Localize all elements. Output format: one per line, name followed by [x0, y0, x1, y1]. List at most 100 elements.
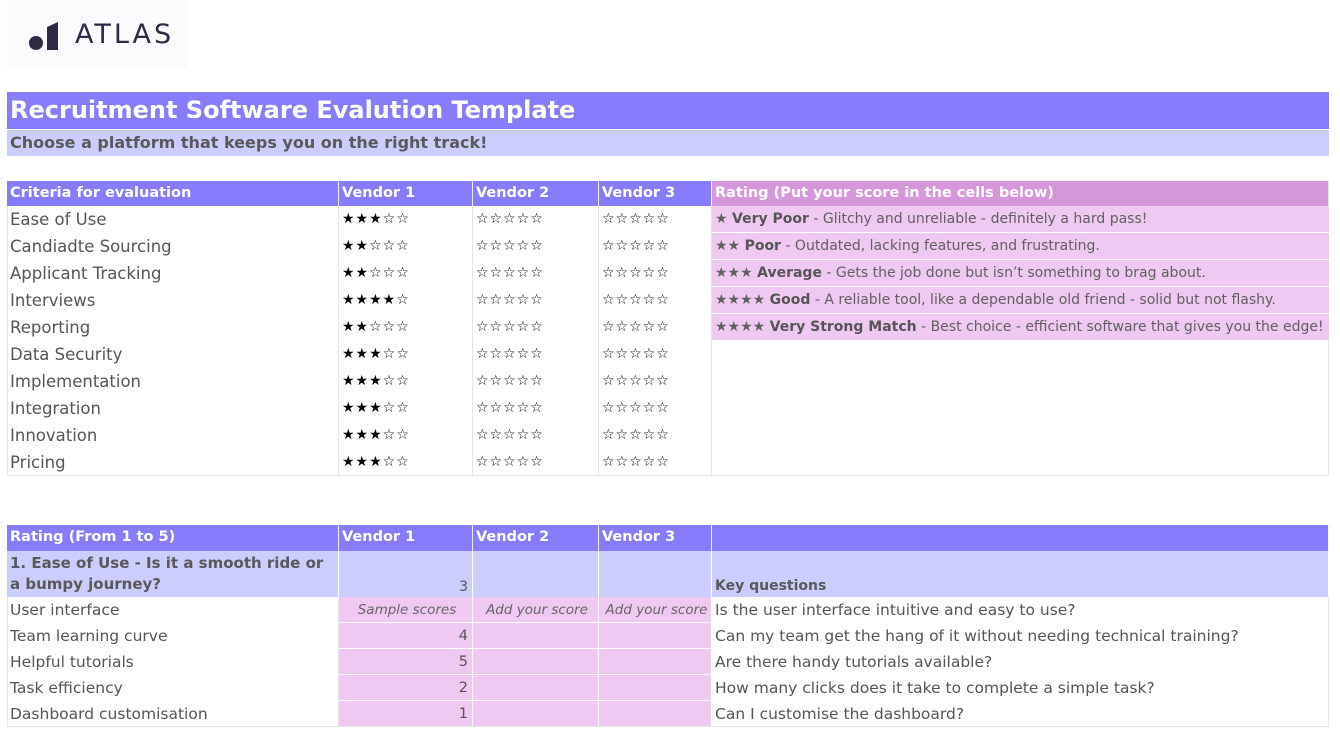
empty-cell[interactable]: [712, 395, 1329, 422]
score-vendor3-cell[interactable]: [599, 675, 712, 701]
vendor3-header[interactable]: Vendor 3: [599, 525, 712, 551]
vendor1-star-rating[interactable]: ★★★★☆: [339, 287, 473, 314]
vendor1-star-rating[interactable]: ★★★☆☆: [339, 341, 473, 368]
rating-legend-item[interactable]: ★★★★ Good - A reliable tool, like a depe…: [712, 287, 1329, 314]
score-vendor2-cell[interactable]: [473, 623, 599, 649]
vendor3-star-rating[interactable]: ☆☆☆☆☆: [599, 341, 712, 368]
vendor1-star-rating[interactable]: ★★★☆☆: [339, 395, 473, 422]
score-vendor3-cell[interactable]: [599, 623, 712, 649]
rating-legend-item[interactable]: ★★★ Average - Gets the job done but isn’…: [712, 260, 1329, 287]
section-label[interactable]: 1. Ease of Use - Is it a smooth ride or …: [7, 551, 339, 597]
criterion-label[interactable]: Pricing: [7, 449, 339, 476]
section-row-ease-of-use: 1. Ease of Use - Is it a smooth ride or …: [7, 551, 1329, 597]
score-vendor3-cell[interactable]: [599, 649, 712, 675]
subcriterion-label[interactable]: Dashboard customisation: [7, 701, 339, 727]
key-question[interactable]: Can I customise the dashboard?: [712, 701, 1329, 727]
subcriterion-label[interactable]: Team learning curve: [7, 623, 339, 649]
legend-description: - Gets the job done but isn’t something …: [821, 265, 1206, 281]
empty-cell[interactable]: [712, 368, 1329, 395]
vendor2-star-rating[interactable]: ☆☆☆☆☆: [473, 206, 599, 233]
score-row-hint: User interface Sample scores Add your sc…: [7, 597, 1329, 623]
criterion-label[interactable]: Integration: [7, 395, 339, 422]
subcriterion-label[interactable]: User interface: [7, 597, 339, 623]
vendor3-star-rating[interactable]: ☆☆☆☆☆: [599, 206, 712, 233]
vendor1-header[interactable]: Vendor 1: [339, 525, 473, 551]
legend-label: Good: [769, 292, 811, 308]
rating-scale-header[interactable]: Rating (From 1 to 5): [7, 525, 339, 551]
score-vendor1-cell[interactable]: 5: [339, 649, 473, 675]
vendor2-header[interactable]: Vendor 2: [473, 525, 599, 551]
vendor2-star-rating[interactable]: ☆☆☆☆☆: [473, 422, 599, 449]
vendor2-star-rating[interactable]: ☆☆☆☆☆: [473, 449, 599, 476]
vendor3-star-rating[interactable]: ☆☆☆☆☆: [599, 287, 712, 314]
logo-dot-shape: [29, 36, 43, 50]
section-score-vendor3[interactable]: [599, 551, 712, 597]
vendor1-star-rating[interactable]: ★★★☆☆: [339, 206, 473, 233]
vendor3-star-rating[interactable]: ☆☆☆☆☆: [599, 395, 712, 422]
criteria-header[interactable]: Criteria for evaluation: [7, 181, 339, 206]
score-vendor1-cell[interactable]: 4: [339, 623, 473, 649]
score-vendor2-cell[interactable]: [473, 701, 599, 727]
section-score-vendor2[interactable]: [473, 551, 599, 597]
vendor3-header[interactable]: Vendor 3: [599, 181, 712, 206]
vendor3-star-rating[interactable]: ☆☆☆☆☆: [599, 314, 712, 341]
vendor1-star-rating[interactable]: ★★☆☆☆: [339, 260, 473, 287]
key-questions-label[interactable]: Key questions: [712, 551, 1329, 597]
logo-bar-shape: [47, 22, 58, 50]
legend-description: - Outdated, lacking features, and frustr…: [780, 238, 1100, 254]
key-question[interactable]: Is the user interface intuitive and easy…: [712, 597, 1329, 623]
vendor2-star-rating[interactable]: ☆☆☆☆☆: [473, 287, 599, 314]
rating-legend-item[interactable]: ★ Very Poor - Glitchy and unreliable - d…: [712, 206, 1329, 233]
vendor1-star-rating[interactable]: ★★★☆☆: [339, 368, 473, 395]
empty-cell[interactable]: [712, 422, 1329, 449]
key-questions-header[interactable]: [712, 525, 1329, 551]
criterion-label[interactable]: Candiadte Sourcing: [7, 233, 339, 260]
vendor2-star-rating[interactable]: ☆☆☆☆☆: [473, 368, 599, 395]
vendor1-star-rating[interactable]: ★★★☆☆: [339, 422, 473, 449]
criterion-label[interactable]: Interviews: [7, 287, 339, 314]
key-question[interactable]: How many clicks does it take to complete…: [712, 675, 1329, 701]
criterion-label[interactable]: Ease of Use: [7, 206, 339, 233]
score-vendor2-cell[interactable]: [473, 675, 599, 701]
vendor2-header[interactable]: Vendor 2: [473, 181, 599, 206]
vendor2-star-rating[interactable]: ☆☆☆☆☆: [473, 260, 599, 287]
key-question[interactable]: Are there handy tutorials available?: [712, 649, 1329, 675]
rating-legend-item[interactable]: ★★★★ Very Strong Match - Best choice - e…: [712, 314, 1329, 341]
vendor3-star-rating[interactable]: ☆☆☆☆☆: [599, 260, 712, 287]
criterion-label[interactable]: Data Security: [7, 341, 339, 368]
vendor2-star-rating[interactable]: ☆☆☆☆☆: [473, 233, 599, 260]
section-score-vendor1[interactable]: 3: [339, 551, 473, 597]
criterion-label[interactable]: Applicant Tracking: [7, 260, 339, 287]
criterion-label[interactable]: Implementation: [7, 368, 339, 395]
key-question[interactable]: Can my team get the hang of it without n…: [712, 623, 1329, 649]
page-subtitle: Choose a platform that keeps you on the …: [7, 130, 1329, 156]
criteria-row: Data Security ★★★☆☆ ☆☆☆☆☆ ☆☆☆☆☆: [7, 341, 1329, 368]
criterion-label[interactable]: Reporting: [7, 314, 339, 341]
score-vendor1-cell[interactable]: 1: [339, 701, 473, 727]
empty-cell[interactable]: [712, 449, 1329, 476]
vendor1-star-rating[interactable]: ★★☆☆☆: [339, 314, 473, 341]
vendor2-star-rating[interactable]: ☆☆☆☆☆: [473, 314, 599, 341]
score-vendor1-cell[interactable]: 2: [339, 675, 473, 701]
score-vendor3-cell[interactable]: [599, 701, 712, 727]
score-vendor3-cell[interactable]: Add your score: [599, 597, 712, 623]
criteria-row: Implementation ★★★☆☆ ☆☆☆☆☆ ☆☆☆☆☆: [7, 368, 1329, 395]
rating-legend-header[interactable]: Rating (Put your score in the cells belo…: [712, 181, 1329, 206]
empty-cell[interactable]: [712, 341, 1329, 368]
vendor2-star-rating[interactable]: ☆☆☆☆☆: [473, 341, 599, 368]
vendor1-star-rating[interactable]: ★★★☆☆: [339, 449, 473, 476]
criterion-label[interactable]: Innovation: [7, 422, 339, 449]
vendor1-star-rating[interactable]: ★★☆☆☆: [339, 233, 473, 260]
vendor1-header[interactable]: Vendor 1: [339, 181, 473, 206]
rating-legend-item[interactable]: ★★ Poor - Outdated, lacking features, an…: [712, 233, 1329, 260]
vendor3-star-rating[interactable]: ☆☆☆☆☆: [599, 368, 712, 395]
vendor2-star-rating[interactable]: ☆☆☆☆☆: [473, 395, 599, 422]
score-vendor2-cell[interactable]: Add your score: [473, 597, 599, 623]
vendor3-star-rating[interactable]: ☆☆☆☆☆: [599, 449, 712, 476]
score-vendor2-cell[interactable]: [473, 649, 599, 675]
score-vendor1-cell[interactable]: Sample scores: [339, 597, 473, 623]
vendor3-star-rating[interactable]: ☆☆☆☆☆: [599, 422, 712, 449]
subcriterion-label[interactable]: Helpful tutorials: [7, 649, 339, 675]
subcriterion-label[interactable]: Task efficiency: [7, 675, 339, 701]
vendor3-star-rating[interactable]: ☆☆☆☆☆: [599, 233, 712, 260]
